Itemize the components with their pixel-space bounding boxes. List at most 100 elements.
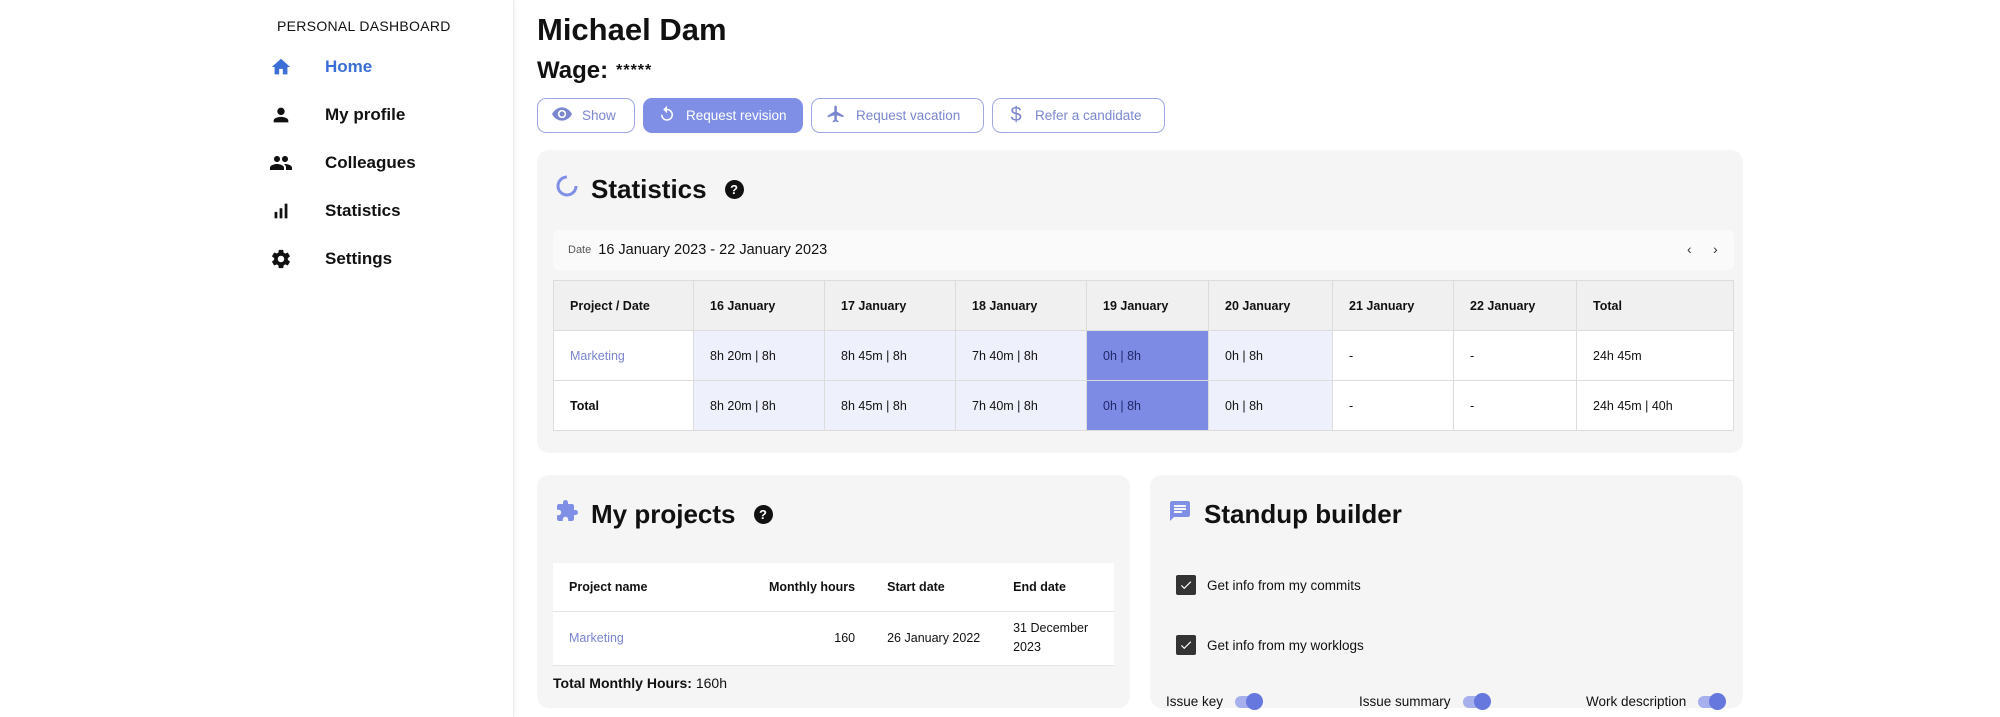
table-row: Marketing 8h 20m | 8h 8h 45m | 8h 7h 40m… (553, 330, 1734, 381)
checkbox-checked[interactable] (1176, 635, 1196, 655)
statistics-header: Statistics ? (555, 174, 744, 205)
total-monthly-hours: Total Monthly Hours: 160h (553, 675, 727, 691)
projects-card: My projects ? Project name Monthly hours… (537, 475, 1130, 708)
dollar-icon: $ (1010, 104, 1022, 126)
sidebar-item-my-profile[interactable]: My profile (268, 100, 405, 130)
table-cell: 8h 20m | 8h (693, 380, 825, 431)
date-range-value: 16 January 2023 - 22 January 2023 (598, 242, 828, 258)
standup-header: Standup builder (1168, 499, 1402, 530)
main-content: Michael Dam Wage: ***** Show Request rev… (514, 0, 2000, 717)
table-cell: 160 (753, 611, 872, 666)
date-range-bar: Date 16 January 2023 - 22 January 2023 ‹… (553, 230, 1734, 270)
column-header: 16 January (693, 280, 825, 331)
end-date-line: 2023 (1013, 640, 1041, 654)
table-cell: 24h 45m (1576, 330, 1734, 381)
page-title: Michael Dam (537, 12, 727, 47)
toggle-label: Work description (1586, 694, 1687, 709)
request-revision-button[interactable]: Request revision (643, 98, 803, 133)
table-cell: 8h 20m | 8h (693, 330, 825, 381)
column-header: End date (997, 563, 1114, 612)
bar-chart-icon (268, 198, 294, 224)
column-header: 18 January (955, 280, 1087, 331)
issue-summary-toggle-row[interactable]: Issue summary (1359, 692, 1491, 710)
table-header-row: Project name Monthly hours Start date En… (553, 563, 1114, 612)
column-header: 19 January (1086, 280, 1209, 331)
sidebar: PERSONAL DASHBOARD Home My profile Colle… (0, 0, 514, 717)
worklogs-checkbox-row[interactable]: Get info from my worklogs (1176, 635, 1364, 655)
sidebar-item-label: My profile (325, 105, 406, 124)
statistics-table: Project / Date 16 January 17 January 18 … (553, 280, 1734, 431)
table-cell: 0h | 8h (1208, 330, 1333, 381)
sidebar-item-settings[interactable]: Settings (268, 244, 392, 274)
sidebar-item-label: Settings (325, 249, 393, 268)
total-label: Total (553, 380, 694, 431)
airplane-icon (826, 104, 846, 127)
sidebar-item-statistics[interactable]: Statistics (268, 196, 401, 226)
total-hours-value: 160h (695, 675, 727, 691)
help-icon[interactable]: ? (753, 505, 773, 524)
show-button[interactable]: Show (537, 98, 635, 133)
table-cell: 8h 45m | 8h (824, 380, 956, 431)
work-description-toggle[interactable] (1698, 692, 1727, 710)
show-button-label: Show (582, 108, 616, 123)
column-header: Project name (553, 563, 753, 612)
sidebar-item-label: Colleagues (325, 153, 416, 172)
wage-row: Wage: ***** (537, 57, 652, 85)
sidebar-item-home[interactable]: Home (268, 52, 372, 82)
table-cell: 24h 45m | 40h (1576, 380, 1734, 431)
chat-icon (1168, 499, 1192, 530)
help-icon[interactable]: ? (724, 180, 744, 199)
table-cell: 31 December 2023 (997, 611, 1114, 666)
wage-value: ***** (616, 62, 653, 79)
project-link[interactable]: Marketing (553, 330, 694, 381)
loading-circle-icon (555, 174, 579, 205)
end-date-line: 31 December (1013, 621, 1089, 635)
table-cell: 7h 40m | 8h (955, 380, 1087, 431)
table-cell: 0h | 8h (1086, 330, 1209, 381)
column-header: 21 January (1332, 280, 1454, 331)
refer-candidate-button[interactable]: $ Refer a candidate (992, 98, 1165, 133)
checkbox-label: Get info from my worklogs (1207, 637, 1364, 653)
wage-label: Wage: (537, 57, 609, 84)
checkbox-checked[interactable] (1176, 575, 1196, 595)
refresh-icon (658, 105, 676, 126)
column-header: Start date (871, 563, 998, 612)
work-description-toggle-row[interactable]: Work description (1586, 692, 1727, 710)
column-header: 22 January (1453, 280, 1577, 331)
table-cell: - (1453, 330, 1577, 381)
commits-checkbox-row[interactable]: Get info from my commits (1176, 575, 1361, 595)
gear-icon (268, 246, 294, 272)
column-header: Project / Date (553, 280, 694, 331)
table-cell: 0h | 8h (1208, 380, 1333, 431)
person-icon (268, 102, 294, 128)
sidebar-item-colleagues[interactable]: Colleagues (268, 148, 416, 178)
table-header-row: Project / Date 16 January 17 January 18 … (553, 280, 1734, 331)
toggle-label: Issue key (1166, 694, 1224, 709)
issue-summary-toggle[interactable] (1462, 692, 1491, 710)
column-header: 17 January (824, 280, 956, 331)
issue-key-toggle[interactable] (1235, 692, 1264, 710)
sidebar-item-label: Statistics (325, 201, 401, 220)
sidebar-item-label: Home (325, 57, 373, 76)
projects-header: My projects ? (555, 499, 773, 530)
chevron-right-icon[interactable]: › (1713, 241, 1718, 257)
sidebar-title: PERSONAL DASHBOARD (277, 18, 451, 34)
column-header: Total (1576, 280, 1734, 331)
statistics-card: Statistics ? Date 16 January 2023 - 22 J… (537, 150, 1743, 453)
table-cell: - (1332, 380, 1454, 431)
chevron-left-icon[interactable]: ‹ (1687, 241, 1692, 257)
table-row: Marketing 160 26 January 2022 31 Decembe… (553, 611, 1114, 666)
project-link[interactable]: Marketing (553, 611, 753, 666)
group-icon (268, 150, 294, 176)
puzzle-icon (555, 499, 579, 530)
refer-candidate-label: Refer a candidate (1035, 108, 1142, 123)
table-cell: 26 January 2022 (871, 611, 998, 666)
eye-icon (552, 107, 572, 124)
request-vacation-button[interactable]: Request vacation (811, 98, 984, 133)
table-cell: 0h | 8h (1086, 380, 1209, 431)
issue-key-toggle-row[interactable]: Issue key (1166, 692, 1264, 710)
column-header: Monthly hours (753, 563, 872, 612)
checkbox-label: Get info from my commits (1207, 577, 1361, 593)
table-row: Total 8h 20m | 8h 8h 45m | 8h 7h 40m | 8… (553, 380, 1734, 431)
request-vacation-label: Request vacation (856, 108, 961, 123)
